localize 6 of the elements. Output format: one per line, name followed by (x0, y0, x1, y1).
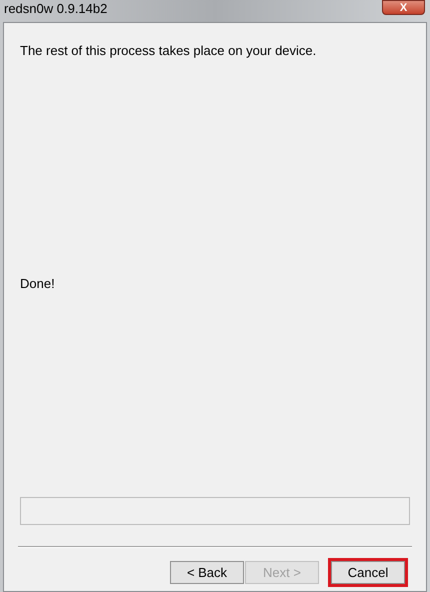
wizard-button[interactable]: Cancel (331, 561, 405, 584)
message-text: The rest of this process takes place on your device. (20, 42, 318, 60)
close-button[interactable]: X (382, 0, 425, 15)
window-title: redsn0w 0.9.14b2 (4, 0, 108, 18)
wizard-button[interactable]: < Back (170, 561, 244, 584)
status-text: Done! (20, 274, 56, 292)
